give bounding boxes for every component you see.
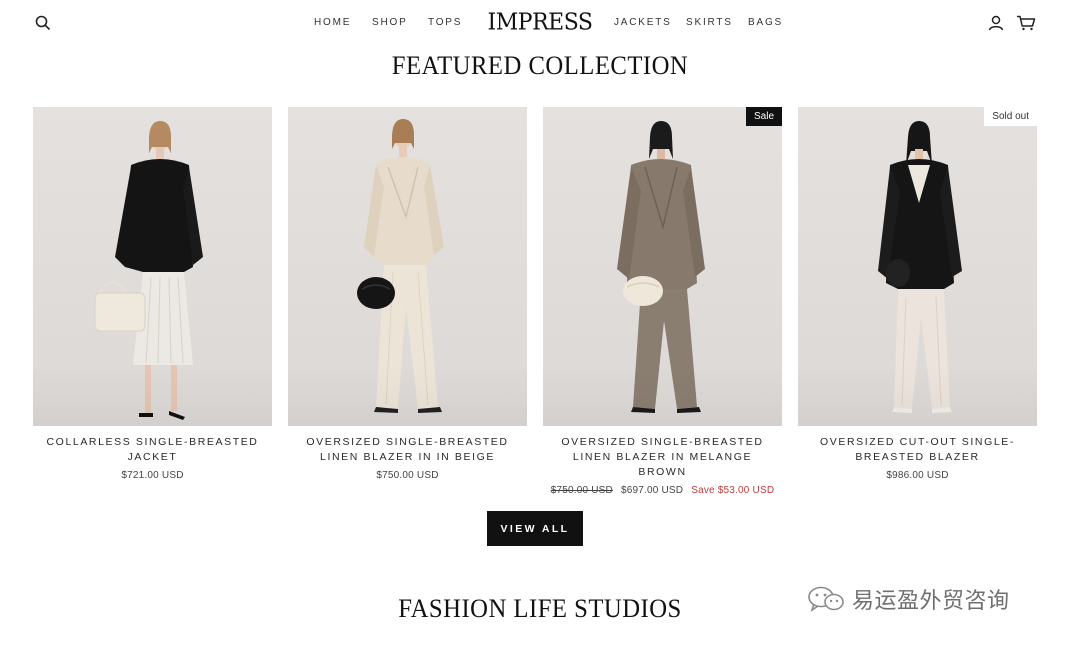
- product-image[interactable]: Sold out: [798, 107, 1037, 426]
- product-image[interactable]: [33, 107, 272, 426]
- product-card[interactable]: OVERSIZED SINGLE-BREASTED LINEN BLAZER I…: [288, 107, 527, 481]
- view-all-button[interactable]: VIEW ALL: [487, 511, 583, 546]
- product-price-row: $750.00 USD $697.00 USD Save $53.00 USD: [543, 485, 782, 496]
- watermark-text: 易运盈外贸咨询: [852, 589, 1010, 614]
- cart-icon[interactable]: [1015, 12, 1037, 34]
- product-name[interactable]: OVERSIZED CUT-OUT SINGLE-BREASTED BLAZER: [798, 435, 1037, 465]
- product-image[interactable]: Sale: [543, 107, 782, 426]
- wechat-icon: [808, 586, 844, 612]
- product-price: $697.00 USD: [620, 485, 684, 496]
- product-save-text: Save $53.00 USD: [691, 485, 775, 496]
- site-header: HOME SHOP TOPS IMPRESS JACKETS SKIRTS BA…: [0, 0, 1080, 46]
- product-price: $721.00 USD: [121, 470, 184, 481]
- product-name[interactable]: OVERSIZED SINGLE-BREASTED LINEN BLAZER I…: [543, 435, 782, 480]
- product-name[interactable]: COLLARLESS SINGLE-BREASTED JACKET: [33, 435, 272, 465]
- product-card[interactable]: Sold out OVERSIZED CUT-OUT SINGLE-BREAST…: [798, 107, 1037, 481]
- product-price-row: $750.00 USD: [288, 470, 527, 481]
- nav-bags[interactable]: BAGS: [748, 17, 783, 28]
- watermark: 易运盈外贸咨询: [806, 582, 1010, 616]
- product-price-row: $721.00 USD: [33, 470, 272, 481]
- product-price: $750.00 USD: [376, 470, 439, 481]
- product-price-row: $986.00 USD: [798, 470, 1037, 481]
- featured-collection-title: FEATURED COLLECTION: [391, 51, 689, 80]
- product-image[interactable]: [288, 107, 527, 426]
- product-price: $986.00 USD: [886, 470, 949, 481]
- sold-out-badge: Sold out: [984, 107, 1037, 126]
- product-name[interactable]: OVERSIZED SINGLE-BREASTED LINEN BLAZER I…: [288, 435, 527, 465]
- account-icon[interactable]: [985, 12, 1007, 34]
- product-card[interactable]: COLLARLESS SINGLE-BREASTED JACKET $721.0…: [33, 107, 272, 481]
- site-logo[interactable]: IMPRESS: [0, 9, 1080, 35]
- product-card[interactable]: Sale OVERSIZED SINGLE-BREASTED LINEN BLA…: [543, 107, 782, 496]
- product-compare-price: $750.00 USD: [550, 485, 613, 496]
- sale-badge: Sale: [745, 107, 782, 126]
- nav-skirts[interactable]: SKIRTS: [686, 17, 733, 28]
- nav-jackets[interactable]: JACKETS: [614, 17, 672, 28]
